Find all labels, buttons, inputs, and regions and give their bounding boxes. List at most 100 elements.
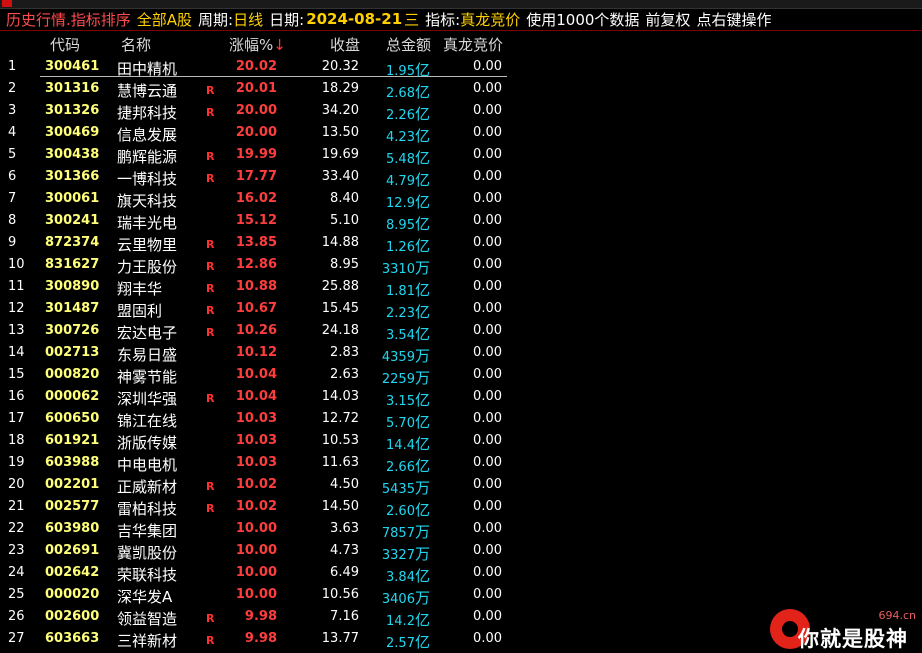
stock-code: 300726 — [45, 323, 100, 338]
table-row[interactable]: 9 872374 云里物里 R 13.85 14.88 0.00 1.26亿 — [0, 232, 922, 255]
market-label[interactable]: 全部A股 — [137, 9, 192, 30]
total-amount: 4.79亿 — [386, 169, 430, 190]
total-amount-unit: 万 — [414, 545, 430, 563]
total-amount: 5.70亿 — [386, 411, 430, 432]
margin-flag: R — [206, 480, 215, 493]
row-index: 6 — [8, 169, 17, 184]
total-amount-value: 3.84 — [386, 570, 415, 585]
close-price: 11.63 — [321, 455, 359, 470]
column-header-name[interactable]: 名称 — [121, 34, 151, 55]
table-row[interactable]: 19 603988 中电电机 10.03 11.63 0.00 2.66亿 — [0, 452, 922, 475]
column-header-code[interactable]: 代码 — [50, 34, 80, 55]
stock-code: 300469 — [45, 125, 100, 140]
table-row[interactable]: 8 300241 瑞丰光电 15.12 5.10 0.00 8.95亿 — [0, 210, 922, 233]
table-row[interactable]: 4 300469 信息发展 20.00 13.50 0.00 4.23亿 — [0, 122, 922, 145]
total-amount-unit: 亿 — [414, 501, 430, 519]
mode-label[interactable]: 历史行情.指标排序 — [6, 9, 131, 30]
table-row[interactable]: 12 301487 盟固利 R 10.67 15.45 0.00 2.23亿 — [0, 298, 922, 321]
indicator-label: 指标: — [425, 10, 461, 29]
column-header-close[interactable]: 收盘 — [330, 34, 360, 55]
change-percent: 20.00 — [235, 125, 277, 140]
total-amount: 14.4亿 — [386, 433, 430, 454]
adjust-text[interactable]: 前复权 — [645, 9, 690, 30]
table-row[interactable]: 7 300061 旗天科技 16.02 8.40 0.00 12.9亿 — [0, 188, 922, 211]
stock-code: 002201 — [45, 477, 100, 492]
table-row[interactable]: 16 000062 深圳华强 R 10.04 14.03 0.00 3.15亿 — [0, 386, 922, 409]
row-index: 22 — [8, 521, 25, 536]
stock-code: 000020 — [45, 587, 100, 602]
total-amount-unit: 亿 — [414, 127, 430, 145]
total-amount: 2.60亿 — [386, 499, 430, 520]
table-row[interactable]: 22 603980 吉华集团 10.00 3.63 0.00 7857万 — [0, 518, 922, 541]
total-amount-value: 8.95 — [386, 218, 415, 233]
total-amount-unit: 万 — [414, 369, 430, 387]
stock-name: 田中精机 — [117, 60, 178, 78]
table-row[interactable]: 15 000820 神雾节能 10.04 2.63 0.00 2259万 — [0, 364, 922, 387]
column-header-indicator[interactable]: 真龙竞价 — [443, 34, 503, 55]
table-row[interactable]: 21 002577 雷柏科技 R 10.02 14.50 0.00 2.60亿 — [0, 496, 922, 520]
close-price: 2.63 — [330, 367, 359, 382]
stock-name: 雷柏科技 — [117, 500, 178, 518]
change-percent: 17.77 — [235, 169, 277, 184]
indicator-value[interactable]: 真龙竞价 — [460, 9, 520, 30]
date-value[interactable]: 2024-08-21 — [306, 10, 402, 28]
stock-code: 300890 — [45, 279, 100, 294]
total-amount-unit: 万 — [414, 479, 430, 497]
row-index: 13 — [8, 323, 25, 338]
total-amount: 1.95亿 — [386, 59, 430, 80]
table-row[interactable]: 6 301366 一博科技 R 17.77 33.40 0.00 4.79亿 — [0, 166, 922, 190]
total-amount-unit: 亿 — [414, 281, 430, 299]
table-row[interactable]: 11 300890 翔丰华 R 10.88 25.88 0.00 1.81亿 — [0, 276, 922, 299]
total-amount-value: 7857 — [381, 526, 415, 541]
table-row[interactable]: 13 300726 宏达电子 R 10.26 24.18 0.00 3.54亿 — [0, 320, 922, 343]
close-price: 14.50 — [321, 499, 359, 514]
stock-code: 872374 — [45, 235, 100, 250]
stock-code: 301316 — [45, 81, 100, 96]
table-row[interactable]: 17 600650 锦江在线 10.03 12.72 0.00 5.70亿 — [0, 408, 922, 432]
table-row[interactable]: 1 300461 田中精机 20.02 20.32 0.00 1.95亿 — [0, 56, 922, 80]
total-amount-value: 1.95 — [386, 64, 415, 79]
change-percent: 10.67 — [235, 301, 277, 316]
table-row[interactable]: 25 000020 深华发A 10.00 10.56 0.00 3406万 — [0, 584, 922, 607]
table-row[interactable]: 24 002642 荣联科技 10.00 6.49 0.00 3.84亿 — [0, 562, 922, 585]
total-amount-unit: 亿 — [414, 83, 430, 101]
stock-name: 中电电机 — [117, 456, 178, 474]
change-percent: 10.02 — [235, 499, 277, 514]
indicator-value-cell: 0.00 — [473, 213, 502, 228]
change-percent: 10.88 — [235, 279, 277, 294]
table-header: 代码 名称 涨幅%↓ 收盘 总金额 真龙竞价 — [0, 32, 922, 54]
table-row[interactable]: 18 601921 浙版传媒 10.03 10.53 0.00 14.4亿 — [0, 430, 922, 454]
table-row[interactable]: 2 301316 慧博云通 R 20.01 18.29 0.00 2.68亿 — [0, 78, 922, 101]
stock-name: 锦江在线 — [117, 412, 178, 430]
table-row[interactable]: 14 002713 东易日盛 10.12 2.83 0.00 4359万 — [0, 342, 922, 365]
stock-name: 盟固利 — [117, 302, 163, 320]
total-amount-value: 1.81 — [386, 284, 415, 299]
indicator-value-cell: 0.00 — [473, 411, 502, 426]
column-header-change[interactable]: 涨幅%↓ — [229, 34, 286, 55]
total-amount-value: 2.26 — [386, 108, 415, 123]
change-percent: 10.00 — [235, 521, 277, 536]
margin-flag: R — [206, 106, 215, 119]
close-price: 10.56 — [321, 587, 359, 602]
table-row[interactable]: 10 831627 力王股份 R 12.86 8.95 0.00 3310万 — [0, 254, 922, 277]
change-percent: 10.02 — [235, 477, 277, 492]
table-row[interactable]: 5 300438 鹏辉能源 R 19.99 19.69 0.00 5.48亿 — [0, 144, 922, 167]
stock-name: 冀凯股份 — [117, 544, 178, 562]
total-amount-unit: 亿 — [414, 105, 430, 123]
stock-code: 301366 — [45, 169, 100, 184]
period-value[interactable]: 日线 — [233, 9, 263, 30]
stock-code: 600650 — [45, 411, 100, 426]
table-row[interactable]: 3 301326 捷邦科技 R 20.00 34.20 0.00 2.26亿 — [0, 100, 922, 123]
table-row[interactable]: 23 002691 冀凯股份 10.00 4.73 0.00 3327万 — [0, 540, 922, 563]
total-amount-unit: 亿 — [414, 325, 430, 343]
total-amount-value: 14.2 — [386, 614, 415, 629]
stock-name: 瑞丰光电 — [117, 214, 178, 232]
column-header-amount[interactable]: 总金额 — [386, 34, 431, 55]
margin-flag: R — [206, 84, 215, 97]
indicator-value-cell: 0.00 — [473, 543, 502, 558]
change-percent: 20.00 — [235, 103, 277, 118]
row-index: 9 — [8, 235, 17, 250]
close-price: 24.18 — [321, 323, 359, 338]
table-row[interactable]: 20 002201 正威新材 R 10.02 4.50 0.00 5435万 — [0, 474, 922, 497]
total-amount-unit: 万 — [414, 589, 430, 607]
